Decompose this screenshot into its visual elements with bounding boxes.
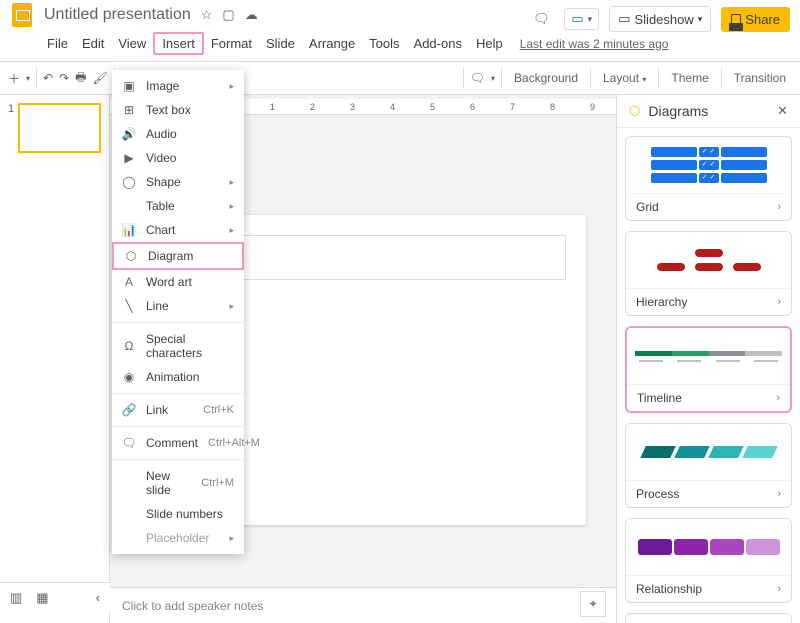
star-icon[interactable]: ☆: [201, 7, 213, 23]
thumb-number: 1: [8, 103, 14, 153]
slide-thumbnail-1[interactable]: [18, 103, 101, 153]
diagram-card-relationship[interactable]: Relationship›: [625, 518, 792, 603]
insert-diagram[interactable]: ⬡Diagram: [112, 242, 244, 270]
comments-history-icon[interactable]: 🗨: [528, 6, 554, 32]
share-button[interactable]: Share: [721, 7, 790, 32]
table-icon: [122, 199, 136, 213]
lock-icon: [731, 14, 741, 24]
chevron-right-icon: ›: [777, 201, 781, 213]
insert-wordart[interactable]: AWord art: [112, 270, 244, 294]
omega-icon: Ω: [122, 339, 136, 353]
chevron-right-icon: ›: [776, 392, 780, 404]
diagram-icon: ⬡: [124, 249, 138, 263]
insert-animation[interactable]: ◉Animation: [112, 365, 244, 389]
insert-new-slide[interactable]: New slideCtrl+M: [112, 464, 244, 502]
chevron-right-icon: ›: [777, 296, 781, 308]
menu-addons[interactable]: Add-ons: [407, 34, 469, 53]
wordart-icon: A: [122, 275, 136, 289]
undo-icon[interactable]: ↶: [43, 71, 53, 85]
panel-title: Diagrams: [648, 103, 769, 119]
textbox-icon: ⊞: [122, 103, 136, 117]
new-slide-icon[interactable]: ＋: [8, 70, 20, 87]
audio-icon: 🔊: [122, 127, 136, 141]
image-icon: ▣: [122, 79, 136, 93]
chevron-right-icon: ›: [777, 488, 781, 500]
cloud-icon[interactable]: ☁: [245, 7, 258, 23]
diagram-card-process[interactable]: Process›: [625, 423, 792, 508]
insert-menu-dropdown: ▣Image▸ ⊞Text box 🔊Audio ▶Video ◯Shape▸ …: [112, 70, 244, 554]
link-icon: 🔗: [122, 403, 136, 417]
insert-video[interactable]: ▶Video: [112, 146, 244, 170]
paint-icon[interactable]: 🖌: [92, 71, 107, 85]
diagram-card-grid[interactable]: ✓ ✓ ✓ ✓ ✓ ✓ Grid›: [625, 136, 792, 221]
present-dropdown[interactable]: ▭▾: [564, 8, 599, 30]
redo-icon[interactable]: ↷: [59, 71, 69, 85]
theme-button[interactable]: Theme: [665, 68, 714, 88]
close-icon[interactable]: ✕: [777, 103, 788, 119]
layout-button[interactable]: Layout ▾: [597, 68, 652, 88]
video-icon: ▶: [122, 151, 136, 165]
insert-placeholder[interactable]: Placeholder▸: [112, 526, 244, 550]
insert-textbox[interactable]: ⊞Text box: [112, 98, 244, 122]
diagram-card-hierarchy[interactable]: Hierarchy›: [625, 231, 792, 316]
insert-link[interactable]: 🔗LinkCtrl+K: [112, 398, 244, 422]
menu-help[interactable]: Help: [469, 34, 510, 53]
diagrams-panel: ⬡ Diagrams ✕ ✓ ✓ ✓ ✓ ✓ ✓ Grid› Hierarchy…: [616, 95, 800, 623]
chart-icon: 📊: [122, 223, 136, 237]
speaker-notes[interactable]: Click to add speaker notes ✦: [110, 587, 616, 623]
background-button[interactable]: Background: [508, 68, 584, 88]
insert-special-chars[interactable]: ΩSpecial characters: [112, 327, 244, 365]
menu-edit[interactable]: Edit: [75, 34, 111, 53]
menu-format[interactable]: Format: [204, 34, 259, 53]
insert-comment[interactable]: 🗨CommentCtrl+Alt+M: [112, 431, 244, 455]
explore-button[interactable]: ✦: [580, 591, 606, 617]
line-icon: ╲: [122, 299, 136, 313]
menubar: File Edit View Insert Format Slide Arran…: [0, 30, 800, 61]
header-actions: 🗨 ▭▾ ▭Slideshow▾ Share: [528, 6, 790, 32]
transition-button[interactable]: Transition: [728, 68, 792, 88]
grid-view-icon[interactable]: ▦: [36, 590, 48, 606]
filmstrip-view-icon[interactable]: ▥: [10, 590, 22, 606]
diagram-card-cycle[interactable]: Cycle›: [625, 613, 792, 623]
chevron-left-icon[interactable]: ‹: [96, 590, 100, 605]
animation-icon: ◉: [122, 370, 136, 384]
insert-chart[interactable]: 📊Chart▸: [112, 218, 244, 242]
shape-icon: ◯: [122, 175, 136, 189]
chevron-right-icon: ›: [777, 583, 781, 595]
menu-file[interactable]: File: [40, 34, 75, 53]
menu-slide[interactable]: Slide: [259, 34, 302, 53]
insert-line[interactable]: ╲Line▸: [112, 294, 244, 318]
comment-icon[interactable]: 🗨: [470, 71, 485, 85]
slide-thumbnails: 1: [0, 95, 110, 623]
insert-table[interactable]: Table▸: [112, 194, 244, 218]
view-switcher: ▥ ▦ ‹: [0, 582, 110, 612]
insert-slide-numbers[interactable]: Slide numbers: [112, 502, 244, 526]
insert-audio[interactable]: 🔊Audio: [112, 122, 244, 146]
menu-view[interactable]: View: [111, 34, 153, 53]
diagram-card-timeline[interactable]: Timeline›: [625, 326, 792, 413]
move-icon[interactable]: ▢: [222, 7, 234, 23]
menu-arrange[interactable]: Arrange: [302, 34, 362, 53]
last-edit-link[interactable]: Last edit was 2 minutes ago: [520, 37, 669, 51]
doc-title[interactable]: Untitled presentation: [44, 6, 191, 24]
menu-tools[interactable]: Tools: [362, 34, 406, 53]
print-icon[interactable]: 🖶: [75, 68, 86, 89]
insert-shape[interactable]: ◯Shape▸: [112, 170, 244, 194]
menu-insert[interactable]: Insert: [153, 32, 204, 55]
slideshow-button[interactable]: ▭Slideshow▾: [609, 6, 711, 32]
insert-image[interactable]: ▣Image▸: [112, 74, 244, 98]
slides-logo[interactable]: [8, 1, 36, 29]
comment-icon: 🗨: [122, 436, 136, 450]
diagrams-icon: ⬡: [629, 103, 640, 119]
